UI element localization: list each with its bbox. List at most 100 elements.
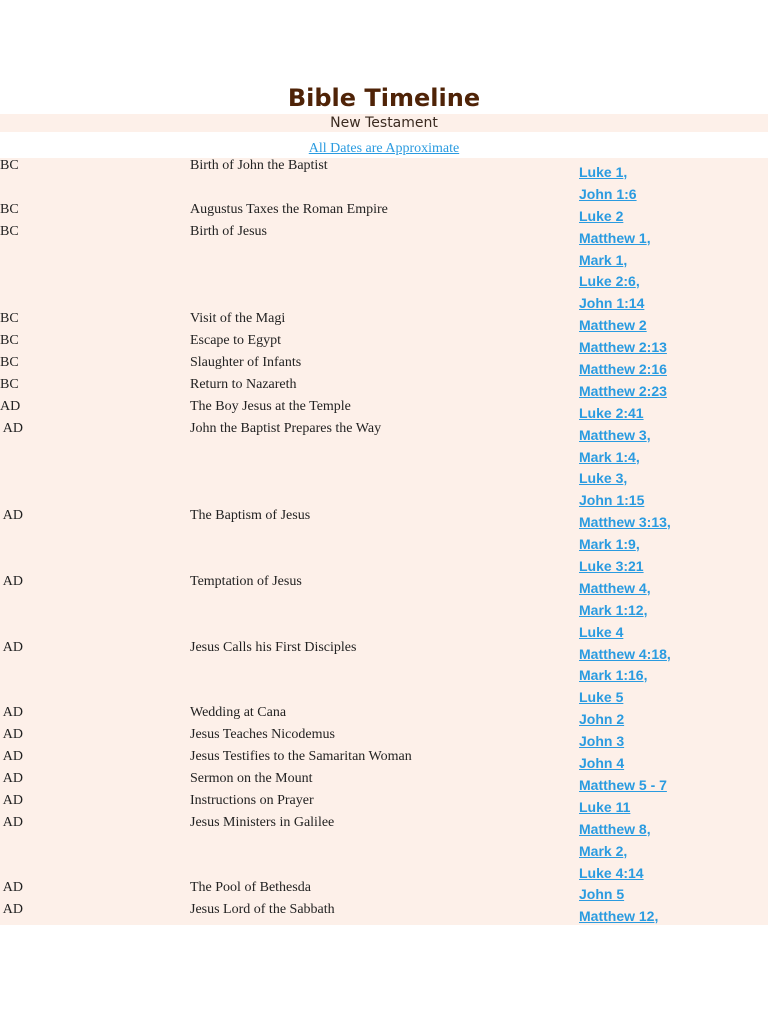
scripture-ref: Matthew 2:23 <box>579 381 768 403</box>
scripture-link[interactable]: Matthew 2 <box>579 317 647 333</box>
scripture-link[interactable]: Matthew 3:13 <box>579 514 667 530</box>
scripture-refs: Matthew 2 <box>579 315 768 337</box>
scripture-link[interactable]: Mark 2 <box>579 843 623 859</box>
scripture-link[interactable]: Matthew 2:16 <box>579 361 667 377</box>
scripture-link[interactable]: Matthew 3 <box>579 427 647 443</box>
scripture-link[interactable]: John 1:15 <box>579 492 644 508</box>
scripture-refs: Luke 11 <box>579 797 768 819</box>
event-name: Sermon on the Mount <box>190 770 313 786</box>
event-name: The Baptism of Jesus <box>190 508 311 524</box>
scripture-link[interactable]: Luke 1 <box>579 164 623 180</box>
scripture-ref: Matthew 5 - 7 <box>579 775 768 797</box>
scripture-ref: Matthew 1, <box>579 228 768 250</box>
scripture-link[interactable]: John 1:14 <box>579 295 644 311</box>
event-date: BC <box>0 201 19 217</box>
event-date: AD <box>0 902 23 918</box>
ref-separator: , <box>654 908 659 925</box>
scripture-link[interactable]: John 2 <box>579 711 624 727</box>
ref-separator: , <box>643 601 648 618</box>
ref-separator: , <box>623 470 628 487</box>
event-name: Jesus Teaches Nicodemus <box>190 727 335 743</box>
scripture-link[interactable]: John 4 <box>579 755 624 771</box>
scripture-link[interactable]: Luke 5 <box>579 689 623 705</box>
scripture-link[interactable]: Luke 4:14 <box>579 865 644 881</box>
event-name: Birth of Jesus <box>190 223 267 239</box>
ref-separator: , <box>635 273 640 290</box>
scripture-ref: John 4 <box>579 753 768 775</box>
scripture-ref: Luke 1, <box>579 162 768 184</box>
scripture-link[interactable]: John 3 <box>579 733 624 749</box>
table-row: AD Jesus Calls his First Disciples Matthew… <box>0 640 768 710</box>
scripture-link[interactable]: Matthew 4 <box>579 580 647 596</box>
event-name: Wedding at Cana <box>190 705 287 721</box>
scripture-ref: John 5 <box>579 884 768 906</box>
event-date: AD <box>0 573 23 589</box>
table-row: BC Birth of John the Baptist Luke 1, John 1… <box>0 158 768 206</box>
scripture-ref: Luke 3:21 <box>579 556 768 578</box>
event-date: AD <box>0 880 23 896</box>
scripture-refs: Matthew 4, Mark 1:12, Luke 4 <box>579 578 768 644</box>
ref-separator: , <box>666 514 671 531</box>
scripture-refs: Luke 2:41 <box>579 403 768 425</box>
scripture-ref: Mark 2, <box>579 841 768 863</box>
table-row: AD John the Baptist Prepares the Way Matth… <box>0 421 768 513</box>
table-row: BC Slaughter of Infants Matthew 2:16 <box>0 355 768 381</box>
dates-approximate-link[interactable]: All Dates are Approximate <box>309 141 459 156</box>
event-date: BC <box>0 376 19 392</box>
scripture-ref: Luke 2:41 <box>579 403 768 425</box>
scripture-link[interactable]: Luke 4 <box>579 624 623 640</box>
scripture-ref: Luke 2 <box>579 206 768 228</box>
event-date: BC <box>0 355 19 371</box>
scripture-link[interactable]: Matthew 2:23 <box>579 383 667 399</box>
scripture-refs: Matthew 3:13, Mark 1:9, Luke 3:21 <box>579 512 768 578</box>
scripture-link[interactable]: Mark 1:12 <box>579 602 644 618</box>
scripture-link[interactable]: Luke 2:41 <box>579 405 644 421</box>
scripture-link[interactable]: Matthew 8 <box>579 821 647 837</box>
scripture-ref: John 3 <box>579 731 768 753</box>
scripture-ref: John 1:14 <box>579 293 768 315</box>
event-name: The Boy Jesus at the Temple <box>190 398 351 414</box>
scripture-link[interactable]: Mark 1:4 <box>579 449 636 465</box>
event-date: BC <box>0 333 19 349</box>
event-name: Visit of the Magi <box>190 311 286 327</box>
scripture-link[interactable]: Luke 3:21 <box>579 558 644 574</box>
scripture-ref: Mark 1, <box>579 250 768 272</box>
event-date: AD <box>0 792 23 808</box>
table-row: AD Temptation of Jesus Matthew 4, Mark 1:12… <box>0 574 768 644</box>
table-row: AD Jesus Lord of the Sabbath Matthew 12, <box>0 902 768 928</box>
scripture-link[interactable]: Matthew 5 - 7 <box>579 777 667 793</box>
scripture-link[interactable]: Mark 1:16 <box>579 667 644 683</box>
scripture-link[interactable]: Luke 2:6 <box>579 273 636 289</box>
event-date: BC <box>0 223 19 239</box>
event-name: Return to Nazareth <box>190 376 297 392</box>
table-row: AD Wedding at Cana John 2 <box>0 705 768 731</box>
scripture-link[interactable]: Luke 2 <box>579 208 623 224</box>
table-row: AD The Pool of Bethesda John 5 <box>0 880 768 906</box>
scripture-link[interactable]: Matthew 1 <box>579 230 647 246</box>
scripture-link[interactable]: Mark 1:9 <box>579 536 636 552</box>
table-row: AD The Baptism of Jesus Matthew 3:13, Mark … <box>0 508 768 578</box>
scripture-link[interactable]: Matthew 12 <box>579 908 654 924</box>
scripture-refs: Matthew 3, Mark 1:4, Luke 3, John 1:15 <box>579 425 768 513</box>
scripture-ref: Mark 1:12, <box>579 600 768 622</box>
scripture-link[interactable]: John 5 <box>579 886 624 902</box>
event-date: BC <box>0 158 19 173</box>
table-row: AD Sermon on the Mount Matthew 5 - 7 <box>0 771 768 797</box>
scripture-ref: Matthew 4, <box>579 578 768 600</box>
scripture-link[interactable]: John 1:6 <box>579 186 637 202</box>
event-name: Jesus Calls his First Disciples <box>190 639 357 655</box>
scripture-link[interactable]: Matthew 2:13 <box>579 339 667 355</box>
scripture-link[interactable]: Mark 1 <box>579 252 623 268</box>
event-name: Slaughter of Infants <box>190 355 302 371</box>
scripture-link[interactable]: Luke 11 <box>579 799 630 815</box>
ref-separator: , <box>635 536 640 553</box>
subtitle: New Testament <box>0 114 768 132</box>
scripture-refs: Matthew 5 - 7 <box>579 775 768 797</box>
scripture-ref: Matthew 2:16 <box>579 359 768 381</box>
ref-separator: , <box>623 842 628 859</box>
scripture-ref: John 1:15 <box>579 490 768 512</box>
scripture-link[interactable]: Matthew 4:18 <box>579 646 667 662</box>
event-date: AD <box>0 639 23 655</box>
scripture-link[interactable]: Luke 3 <box>579 470 623 486</box>
scripture-ref: Luke 5 <box>579 687 768 709</box>
